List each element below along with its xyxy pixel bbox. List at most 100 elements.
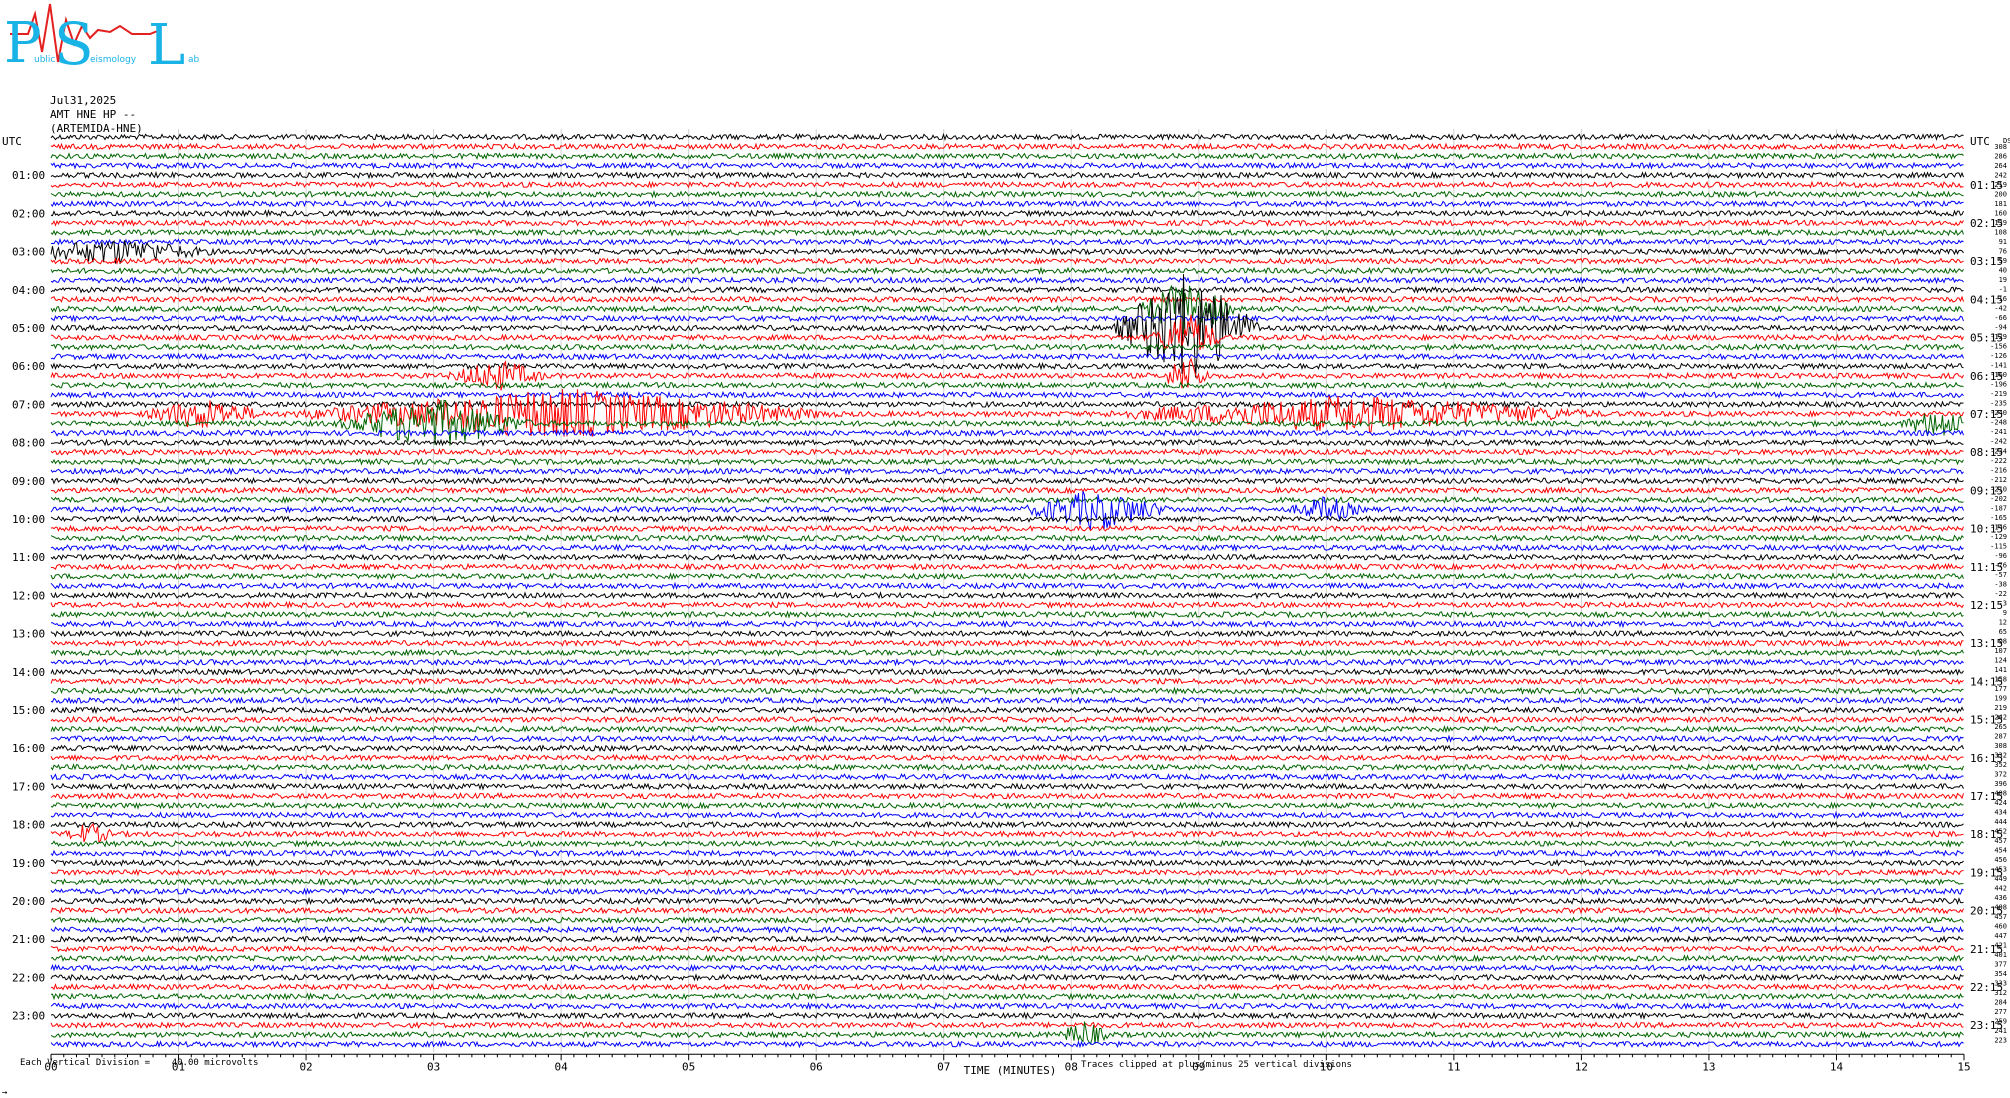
trace-row-86 xyxy=(50,954,1964,963)
trace-row-11 xyxy=(50,238,1964,247)
trace-row-31 xyxy=(50,428,1964,438)
trace-row-56 xyxy=(50,667,1964,676)
trace-row-60 xyxy=(50,705,1964,715)
ds-value: 284 xyxy=(1994,999,2007,1007)
trace-row-0 xyxy=(50,132,1964,142)
ds-value: -57 xyxy=(1994,571,2007,579)
hour-label-left: 20:00 xyxy=(12,895,45,908)
ds-value: 124 xyxy=(1994,656,2007,664)
x-axis-label: TIME (MINUTES) xyxy=(964,1064,1057,1077)
trace-row-61 xyxy=(50,715,1964,724)
trace-row-24 xyxy=(50,361,1964,371)
ds-value: 9 xyxy=(2003,609,2007,617)
trace-row-14 xyxy=(50,266,1964,275)
trace-row-71 xyxy=(50,810,1964,820)
trace-row-82 xyxy=(50,915,1964,925)
ds-value: -42 xyxy=(1994,305,2007,313)
ds-value: 434 xyxy=(1994,809,2007,817)
trace-row-22 xyxy=(50,342,1964,352)
helicorder-chart: 00 01 02 03 04 05 06 07 08 09 10 11 12 13 14 15TIME (MI… xyxy=(2,129,2010,1077)
ds-value: 264 xyxy=(1994,162,2007,170)
ds-value: -156 xyxy=(1990,343,2007,351)
hour-label-left: 21:00 xyxy=(12,933,45,946)
trace-row-37 xyxy=(51,486,1964,495)
clip-note: Traces clipped at plus/minus 25 vertical… xyxy=(1081,1060,1352,1070)
ds-value: 454 xyxy=(1994,847,2007,855)
ds-value: 308 xyxy=(1994,742,2007,750)
ds-value: -235 xyxy=(1990,400,2007,408)
trace-row-62 xyxy=(50,725,1964,734)
ds-value: 460 xyxy=(1994,923,2007,931)
ds-value: 457 xyxy=(1994,913,2007,921)
ds-value: -222 xyxy=(1990,457,2007,465)
ds-value: -219 xyxy=(1990,390,2007,398)
trace-row-79 xyxy=(50,887,1964,896)
ds-value: 141 xyxy=(1994,666,2007,674)
trace-row-35 xyxy=(50,467,1964,476)
trace-row-38 xyxy=(50,495,1964,505)
ds-value: 12 xyxy=(1999,618,2007,626)
utc-label-left: UTC xyxy=(2,135,22,148)
x-tick-label: 06 xyxy=(810,1060,823,1073)
hour-label-left: 15:00 xyxy=(12,704,45,717)
trace-row-49 xyxy=(50,600,1964,610)
trace-row-74 xyxy=(50,839,1964,848)
trace-row-4 xyxy=(50,170,1964,180)
hour-label-left: 04:00 xyxy=(12,284,45,297)
hour-label-left: 16:00 xyxy=(12,742,45,755)
trace-row-78 xyxy=(50,877,1964,887)
trace-row-75 xyxy=(50,849,1964,858)
trace-row-41 xyxy=(50,524,1964,533)
trace-row-52 xyxy=(50,629,1964,638)
ds-value: 40 xyxy=(1999,267,2007,275)
ds-value: -129 xyxy=(1990,333,2007,341)
trace-row-48 xyxy=(50,591,1964,600)
trace-row-7 xyxy=(50,199,1964,209)
trace-row-13 xyxy=(50,256,1964,266)
trace-row-76 xyxy=(50,858,1964,868)
hour-label-left: 02:00 xyxy=(12,207,45,220)
trace-row-44 xyxy=(50,553,1964,562)
trace-row-67 xyxy=(50,772,1964,782)
hour-label-left: 10:00 xyxy=(12,513,45,526)
trace-row-26 xyxy=(50,381,1964,390)
ds-value: -141 xyxy=(1990,362,2007,370)
ds-value: -146 xyxy=(1990,523,2007,531)
hour-label-left: 11:00 xyxy=(12,551,45,564)
ds-value: 424 xyxy=(1994,799,2007,807)
trace-row-40 xyxy=(50,514,1964,524)
trace-row-21 xyxy=(50,314,1964,351)
ds-value: -210 xyxy=(1990,485,2007,493)
ds-value: -165 xyxy=(1990,514,2007,522)
ds-value: 308 xyxy=(1994,143,2007,151)
ds-value: 452 xyxy=(1994,828,2007,836)
x-tick-label: 13 xyxy=(1702,1060,1715,1073)
hour-label-left: 03:00 xyxy=(12,246,45,259)
ds-value: 219 xyxy=(1994,181,2007,189)
trace-row-91 xyxy=(50,1001,1964,1011)
ds-value: -3 xyxy=(1999,599,2007,607)
trace-row-28 xyxy=(50,400,1964,409)
ds-value: 354 xyxy=(1994,970,2007,978)
x-tick-label: 15 xyxy=(1957,1060,1970,1073)
hour-label-left: 09:00 xyxy=(12,475,45,488)
x-tick-label: 12 xyxy=(1575,1060,1588,1073)
hour-label-left: 05:00 xyxy=(12,322,45,335)
trace-row-59 xyxy=(50,696,1964,705)
ds-value: 436 xyxy=(1994,894,2007,902)
trace-row-42 xyxy=(50,533,1964,543)
trace-row-57 xyxy=(50,677,1964,686)
time-axis: 00 01 02 03 04 05 06 07 08 09 10 11 12 13 14 15TIME (MI… xyxy=(44,1053,1971,1077)
ds-value: -160 xyxy=(1990,371,2007,379)
ds-value: 453 xyxy=(1994,866,2007,874)
trace-row-9 xyxy=(51,218,1964,228)
ds-value: 200 xyxy=(1994,191,2007,199)
ds-value: 241 xyxy=(1994,1027,2007,1035)
hour-label-left: 01:00 xyxy=(12,169,45,182)
ds-value: 352 xyxy=(1994,761,2007,769)
ds-value: -187 xyxy=(1990,504,2007,512)
ds-value: 158 xyxy=(1994,675,2007,683)
ds-value: 333 xyxy=(1994,980,2007,988)
ds-value: 76 xyxy=(1999,248,2007,256)
trace-row-65 xyxy=(50,753,1964,763)
